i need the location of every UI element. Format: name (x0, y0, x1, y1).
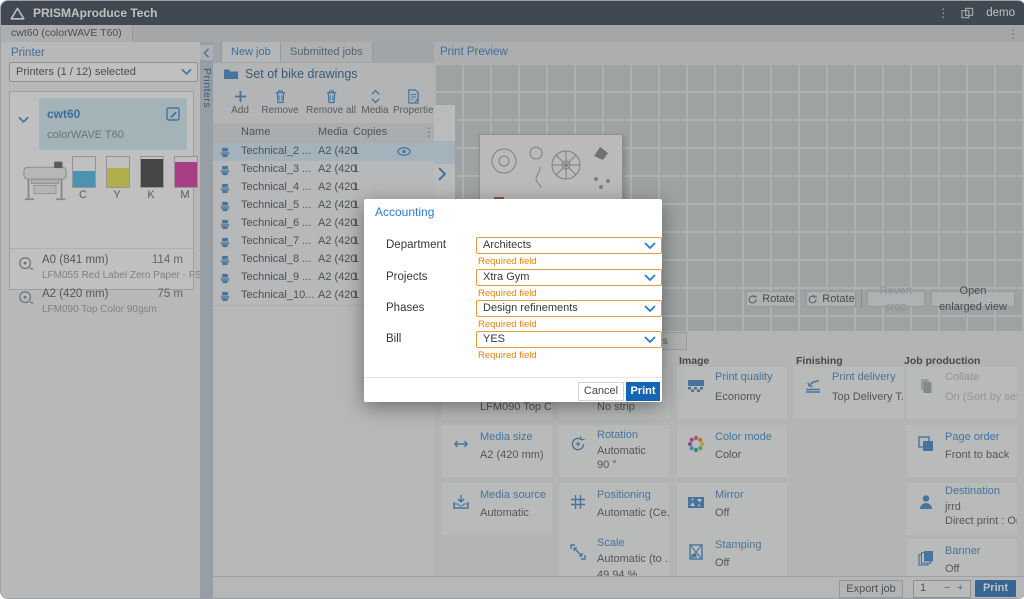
department-value: Architects (483, 239, 531, 251)
dialog-print-button[interactable]: Print (626, 382, 660, 401)
chevron-down-icon (644, 274, 656, 282)
dialog-footer: Cancel Print (364, 377, 662, 403)
field-label-phases: Phases (386, 302, 424, 314)
bill-value: YES (483, 333, 505, 345)
chevron-down-icon (644, 242, 656, 250)
dialog-title: Accounting (375, 205, 434, 219)
field-label-projects: Projects (386, 271, 428, 283)
accounting-dialog: Accounting Department Architects Require… (364, 199, 662, 402)
phases-dropdown[interactable]: Design refinements (476, 300, 662, 317)
required-hint: Required field (478, 288, 537, 299)
chevron-down-icon (644, 305, 656, 313)
required-hint: Required field (478, 319, 537, 330)
phases-value: Design refinements (483, 302, 578, 314)
projects-value: Xtra Gym (483, 271, 529, 283)
department-dropdown[interactable]: Architects (476, 237, 662, 254)
field-label-bill: Bill (386, 333, 401, 345)
chevron-down-icon (644, 336, 656, 344)
cancel-button[interactable]: Cancel (578, 382, 624, 401)
projects-dropdown[interactable]: Xtra Gym (476, 269, 662, 286)
app-window: PRISMAproduce Tech ⋮ demo cwt60 (colorWA… (0, 0, 1024, 599)
required-hint: Required field (478, 350, 537, 361)
field-label-department: Department (386, 239, 446, 251)
bill-dropdown[interactable]: YES (476, 331, 662, 348)
required-hint: Required field (478, 256, 537, 267)
